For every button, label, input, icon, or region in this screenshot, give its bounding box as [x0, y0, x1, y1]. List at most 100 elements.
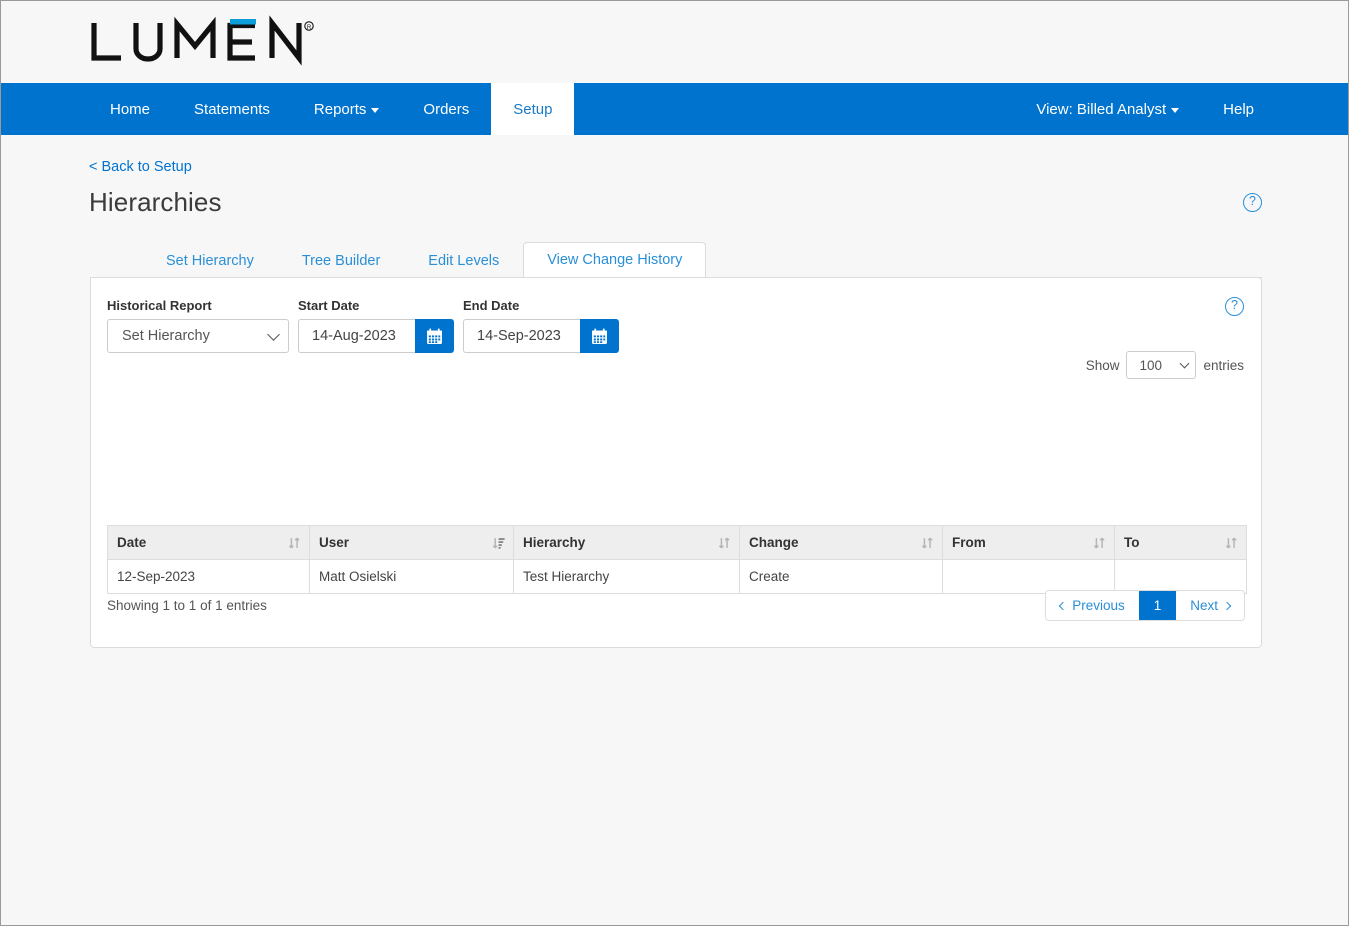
column-header-user[interactable]: User — [309, 525, 514, 560]
filters-row: Historical Report Set Hierarchy Start Da… — [91, 278, 1261, 353]
show-entries-prefix: Show — [1085, 357, 1120, 373]
start-date-wrapper: 14-Aug-2023 — [298, 319, 454, 353]
start-date-input[interactable]: 14-Aug-2023 — [298, 319, 415, 353]
column-label: Date — [117, 535, 147, 550]
column-label: To — [1124, 535, 1140, 550]
column-header-hierarchy[interactable]: Hierarchy — [513, 525, 740, 560]
sort-icon — [1093, 537, 1105, 548]
historical-report-field: Historical Report Set Hierarchy — [107, 298, 289, 353]
page-help-button[interactable]: ? — [1243, 193, 1262, 212]
main-navigation: Home Statements Reports Orders Setup Vie… — [1, 83, 1348, 135]
end-date-field: End Date 14-Sep-2023 — [463, 298, 619, 353]
column-label: User — [319, 535, 350, 550]
change-history-table: Date User Hierarchy Change From To 12-Se… — [107, 525, 1247, 594]
hierarchy-tabs: Set Hierarchy Tree Builder Edit Levels V… — [90, 242, 1262, 278]
end-date-label: End Date — [463, 298, 520, 313]
tab-label: Tree Builder — [301, 253, 381, 269]
entries-per-page-value: 100 — [1139, 357, 1162, 373]
column-header-to[interactable]: To — [1114, 525, 1247, 560]
start-date-label: Start Date — [298, 298, 360, 313]
column-label: Hierarchy — [523, 535, 586, 550]
pagination-next-button[interactable]: Next — [1176, 591, 1244, 620]
pagination: Previous 1 Next — [1045, 590, 1245, 621]
nav-item-setup[interactable]: Setup — [491, 83, 575, 135]
chevron-left-icon — [1058, 601, 1068, 610]
end-date-calendar-button[interactable] — [580, 319, 619, 353]
nav-item-home[interactable]: Home — [88, 83, 172, 135]
tab-view-change-history[interactable]: View Change History — [523, 242, 707, 278]
show-entries-suffix: entries — [1203, 357, 1244, 373]
end-date-value: 14-Sep-2023 — [477, 328, 561, 344]
chevron-down-icon — [1180, 358, 1190, 369]
sort-icon — [718, 537, 730, 548]
nav-item-statements[interactable]: Statements — [172, 83, 292, 135]
historical-report-value: Set Hierarchy — [122, 328, 210, 344]
nav-item-label: Home — [110, 100, 151, 118]
tab-set-hierarchy[interactable]: Set Hierarchy — [142, 243, 278, 278]
nav-item-label: View: Billed Analyst — [1036, 100, 1167, 118]
nav-item-orders[interactable]: Orders — [401, 83, 491, 135]
chevron-right-icon — [1222, 601, 1232, 610]
nav-item-label: Help — [1223, 100, 1254, 118]
chevron-down-icon — [267, 327, 280, 341]
entries-per-page-select[interactable]: 100 — [1126, 351, 1197, 379]
browser-page: R Home Statements Reports Orders Setup V… — [0, 0, 1349, 926]
pagination-page-1-button[interactable]: 1 — [1138, 591, 1177, 620]
tab-edit-levels[interactable]: Edit Levels — [404, 243, 523, 278]
show-entries-control: Show 100 entries — [1086, 351, 1244, 379]
help-icon: ? — [1225, 297, 1244, 316]
table-header-row: Date User Hierarchy Change From To — [107, 525, 1247, 560]
page-title: Hierarchies — [89, 187, 222, 217]
page-header: R — [1, 1, 1348, 83]
sort-icon — [288, 537, 300, 548]
nav-right-group: View: Billed Analyst Help — [1014, 83, 1276, 135]
cell-to — [1114, 559, 1247, 594]
nav-item-view-selector[interactable]: View: Billed Analyst — [1014, 83, 1201, 135]
pagination-next-label: Next — [1190, 598, 1218, 613]
column-label: Change — [749, 535, 799, 550]
end-date-input[interactable]: 14-Sep-2023 — [463, 319, 580, 353]
column-header-from[interactable]: From — [942, 525, 1115, 560]
cell-date: 12-Sep-2023 — [107, 559, 310, 594]
back-to-setup-link[interactable]: < Back to Setup — [89, 159, 192, 175]
sort-desc-icon — [492, 537, 505, 549]
tab-tree-builder[interactable]: Tree Builder — [278, 243, 404, 278]
nav-item-label: Statements — [194, 100, 270, 118]
nav-item-label: Orders — [423, 100, 470, 118]
help-icon: ? — [1243, 193, 1262, 212]
change-history-table-wrapper: Date User Hierarchy Change From To 12-Se… — [107, 525, 1247, 594]
nav-item-help[interactable]: Help — [1201, 83, 1276, 135]
chevron-down-icon — [1171, 107, 1180, 113]
pagination-previous-button[interactable]: Previous — [1046, 591, 1139, 620]
historical-report-label: Historical Report — [107, 298, 212, 313]
start-date-field: Start Date 14-Aug-2023 — [298, 298, 454, 353]
historical-report-select[interactable]: Set Hierarchy — [107, 319, 289, 353]
column-label: From — [952, 535, 986, 550]
end-date-wrapper: 14-Sep-2023 — [463, 319, 619, 353]
column-header-date[interactable]: Date — [107, 525, 310, 560]
lumen-logo[interactable]: R — [88, 15, 328, 67]
table-footer: Showing 1 to 1 of 1 entries Previous 1 N… — [107, 590, 1245, 621]
svg-text:R: R — [307, 25, 312, 31]
chevron-down-icon — [371, 107, 380, 113]
nav-item-label: Setup — [513, 100, 553, 118]
calendar-icon — [427, 328, 442, 344]
calendar-icon — [592, 328, 607, 344]
start-date-value: 14-Aug-2023 — [312, 328, 396, 344]
column-header-change[interactable]: Change — [739, 525, 943, 560]
nav-left-group: Home Statements Reports Orders Setup — [88, 83, 575, 135]
cell-user: Matt Osielski — [309, 559, 514, 594]
tab-label: Set Hierarchy — [166, 253, 254, 269]
cell-from — [942, 559, 1115, 594]
pagination-page-number: 1 — [1153, 598, 1162, 613]
start-date-calendar-button[interactable] — [415, 319, 454, 353]
nav-item-reports[interactable]: Reports — [292, 83, 402, 135]
table-row[interactable]: 12-Sep-2023 Matt Osielski Test Hierarchy… — [107, 559, 1247, 594]
pagination-previous-label: Previous — [1072, 598, 1125, 613]
sort-icon — [1225, 537, 1237, 548]
sort-icon — [921, 537, 933, 548]
showing-entries-info: Showing 1 to 1 of 1 entries — [107, 598, 267, 613]
change-history-panel: ? Historical Report Set Hierarchy Start … — [90, 277, 1262, 648]
page-content: < Back to Setup Hierarchies ? Set Hierar… — [1, 135, 1348, 925]
panel-help-button[interactable]: ? — [1225, 297, 1244, 316]
